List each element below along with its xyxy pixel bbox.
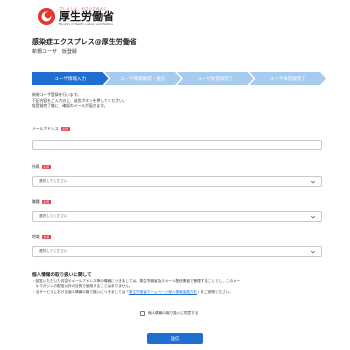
step-user-info-input: ユーザ情報入力 bbox=[32, 72, 109, 85]
occupation-label: 職種 必須 bbox=[32, 199, 51, 204]
email-label: メールアドレス 必須 bbox=[32, 126, 70, 131]
logo-name: 厚生労働省 bbox=[59, 9, 114, 23]
intro-line: 仮登録完了後に、確認のメールが届きます。 bbox=[32, 103, 108, 108]
ministry-logo-icon bbox=[37, 7, 56, 25]
logo-english-name: Ministry of Health, Labour and Welfare bbox=[59, 21, 113, 26]
privacy-heading: 個人情報の取り扱いに関して bbox=[32, 273, 92, 278]
privacy-line: ・当サービスにおける個人情報の取り扱いにつきましては「厚生労働省ホームページ個人… bbox=[32, 289, 233, 294]
email-field[interactable] bbox=[32, 140, 322, 150]
privacy-agree[interactable]: 個人情報の取り扱いに同意する bbox=[140, 311, 198, 316]
required-badge: 必須 bbox=[60, 127, 70, 131]
progress-steps: ユーザ情報入力 ユーザ情報確認・送信 ユーザ仮登録完了 ユーザ本登録完了 bbox=[32, 72, 322, 85]
submit-button[interactable]: 送信 bbox=[147, 333, 203, 344]
step-registration-complete: ユーザ本登録完了 bbox=[250, 72, 327, 85]
required-badge: 必須 bbox=[41, 200, 51, 204]
step-confirm-send: ユーザ情報確認・送信 bbox=[105, 72, 182, 85]
required-badge: 必須 bbox=[41, 235, 51, 239]
privacy-policy-link[interactable]: 厚生労働省ホームページ個人情報保護方針 bbox=[129, 290, 197, 294]
affiliation-label: 所属 必須 bbox=[32, 164, 51, 169]
page-title: 感染症エクスプレス@厚生労働省 bbox=[32, 38, 137, 46]
step-provisional-complete: ユーザ仮登録完了 bbox=[177, 72, 254, 85]
chevron-down-icon bbox=[310, 180, 316, 184]
chevron-down-icon bbox=[310, 250, 316, 254]
intro-text: 新規ユーザ登録を行います。 下記内容をご入力の上、送信ボタンを押してください。 … bbox=[32, 92, 127, 109]
affiliation-select[interactable]: 選択してください bbox=[32, 176, 322, 187]
region-label: 地域 必須 bbox=[32, 234, 51, 239]
required-badge: 必須 bbox=[41, 165, 51, 169]
chevron-down-icon bbox=[310, 215, 316, 219]
privacy-agree-checkbox[interactable] bbox=[140, 311, 145, 316]
page-subtitle: 新規ユーザ 仮登録 bbox=[32, 49, 77, 55]
region-select[interactable]: 選択してください bbox=[32, 246, 322, 257]
ministry-logo[interactable]: さしえしえ、やさいさの人に 厚生労働省 Ministry of Health, … bbox=[37, 5, 114, 27]
occupation-select[interactable]: 選択してください bbox=[32, 211, 322, 222]
privacy-agree-label: 個人情報の取り扱いに同意する bbox=[148, 311, 199, 315]
privacy-text: ・回答いただいた内容やメールアドレス等の情報につきましては、厚生労働省及びメール… bbox=[32, 279, 322, 295]
